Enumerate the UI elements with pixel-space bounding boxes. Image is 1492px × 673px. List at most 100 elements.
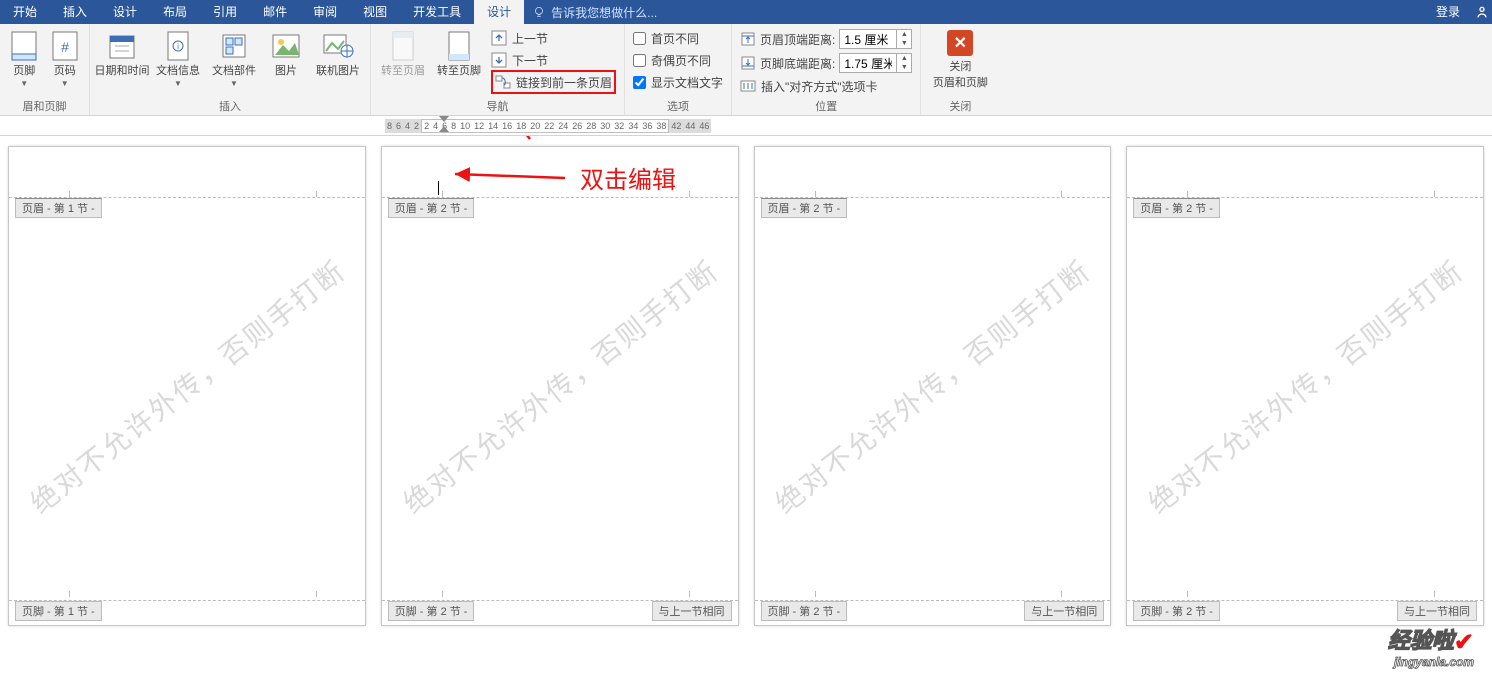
group-nav: 转至页眉 转至页脚 上一节 下一节 链接到前一条页眉 <box>371 24 625 115</box>
page[interactable]: 页眉 - 第 2 节 -页脚 - 第 2 节 -与上一节相同绝对不允许外传，否则… <box>1126 146 1484 626</box>
prev-section[interactable]: 上一节 <box>491 28 616 48</box>
chevron-down-icon: ▼ <box>20 79 28 89</box>
page[interactable]: 页眉 - 第 2 节 -页脚 - 第 2 节 -与上一节相同绝对不允许外传，否则… <box>381 146 739 626</box>
picture-button[interactable]: 图片 <box>262 26 310 78</box>
tell-me[interactable]: 告诉我您想做什么... <box>524 0 665 24</box>
show-doc-checkbox[interactable] <box>633 76 646 89</box>
site-name: 经验啦 <box>1388 628 1454 653</box>
group-label-hf: 眉和页脚 <box>4 99 85 115</box>
docparts-button[interactable]: 文档部件 ▼ <box>206 26 262 89</box>
page-watermark: 绝对不允许外传，否则手打断 <box>766 250 1098 522</box>
same-as-prev-tag: 与上一节相同 <box>1024 601 1104 621</box>
share-icon[interactable] <box>1472 0 1492 24</box>
tab-home[interactable]: 开始 <box>0 0 50 24</box>
footer-button[interactable]: 页脚 ▼ <box>4 26 45 89</box>
pagenum-button[interactable]: # 页码 ▼ <box>45 26 86 89</box>
next-section[interactable]: 下一节 <box>491 50 616 70</box>
tab-hf-design[interactable]: 设计 <box>474 0 524 24</box>
spin-down[interactable]: ▼ <box>897 63 911 72</box>
pagenum-label: 页码 <box>54 65 76 78</box>
tab-review[interactable]: 审阅 <box>300 0 350 24</box>
prev-label: 上一节 <box>512 30 548 47</box>
align-tab-label: 插入"对齐方式"选项卡 <box>761 78 878 95</box>
page[interactable]: 页眉 - 第 1 节 -页脚 - 第 1 节 -绝对不允许外传，否则手打断 <box>8 146 366 626</box>
group-header-footer: 页脚 ▼ # 页码 ▼ 眉和页脚 <box>0 24 90 115</box>
tab-layout[interactable]: 布局 <box>150 0 200 24</box>
docinfo-icon: i <box>162 30 194 62</box>
goto-footer-button[interactable]: 转至页脚 <box>431 26 487 78</box>
footer-bot-input[interactable] <box>840 54 896 72</box>
ruler-active[interactable]: 2468101214161820222426283032343638 <box>421 119 669 133</box>
goto-footer-label: 转至页脚 <box>437 65 481 78</box>
close-hf-button[interactable]: ✕ 关闭 页眉和页脚 <box>925 26 995 90</box>
group-label-position: 位置 <box>736 99 916 115</box>
tab-ref[interactable]: 引用 <box>200 0 250 24</box>
header-top-input[interactable] <box>840 30 896 48</box>
chevron-down-icon: ▼ <box>61 79 69 89</box>
onlinepic-label: 联机图片 <box>316 65 360 78</box>
diff-odd-checkbox[interactable] <box>633 54 646 67</box>
onlinepic-button[interactable]: 联机图片 <box>310 26 366 78</box>
picture-label: 图片 <box>275 65 297 78</box>
spin-up[interactable]: ▲ <box>897 54 911 63</box>
footer-tag: 页脚 - 第 1 节 - <box>15 601 102 621</box>
goto-header-label: 转至页眉 <box>381 65 425 78</box>
onlinepic-icon <box>322 30 354 62</box>
footer-tag: 页脚 - 第 2 节 - <box>761 601 848 621</box>
align-tab-icon <box>740 78 756 94</box>
header-top-spinner[interactable]: ▲▼ <box>839 29 912 49</box>
tab-mail[interactable]: 邮件 <box>250 0 300 24</box>
docinfo-button[interactable]: i 文档信息 ▼ <box>150 26 206 89</box>
spin-down[interactable]: ▼ <box>897 39 911 48</box>
text-cursor <box>438 181 439 195</box>
link-previous[interactable]: 链接到前一条页眉 <box>495 72 612 92</box>
footer-bot-row: 页脚底端距离: ▲▼ <box>740 52 912 74</box>
page-watermark: 绝对不允许外传，否则手打断 <box>394 250 726 522</box>
goto-footer-icon <box>443 30 475 62</box>
group-label-options: 选项 <box>629 99 727 115</box>
group-label-insert: 插入 <box>94 99 366 115</box>
page-watermark: 绝对不允许外传，否则手打断 <box>21 250 353 522</box>
footer-bot-spinner[interactable]: ▲▼ <box>839 53 912 73</box>
header-tag: 页眉 - 第 2 节 - <box>761 198 848 218</box>
next-label: 下一节 <box>512 52 548 69</box>
group-label-close: 关闭 <box>925 99 995 115</box>
ruler-right-inactive: 424446 <box>669 119 711 133</box>
tab-view[interactable]: 视图 <box>350 0 400 24</box>
link-previous-highlight: 链接到前一条页眉 <box>491 70 616 94</box>
same-as-prev-tag: 与上一节相同 <box>1397 601 1477 621</box>
tab-insert[interactable]: 插入 <box>50 0 100 24</box>
diff-first-checkbox[interactable] <box>633 32 646 45</box>
show-doc[interactable]: 显示文档文字 <box>633 72 723 92</box>
align-tab[interactable]: 插入"对齐方式"选项卡 <box>740 76 912 96</box>
picture-icon <box>270 30 302 62</box>
menu-bar: 开始 插入 设计 布局 引用 邮件 审阅 视图 开发工具 设计 告诉我您想做什么… <box>0 0 1492 24</box>
footer-icon <box>8 30 40 62</box>
docparts-icon <box>218 30 250 62</box>
dblclick-annotation: 双击编辑 <box>580 160 676 195</box>
login-link[interactable]: 登录 <box>1424 0 1472 24</box>
docinfo-label: 文档信息 <box>156 65 200 78</box>
page[interactable]: 页眉 - 第 2 节 - 页脚 - 第 2 节 - 与上一节相同 绝对不允许外传，否则… <box>754 146 1112 626</box>
tab-design[interactable]: 设计 <box>100 0 150 24</box>
header-tag: 页眉 - 第 2 节 - <box>388 198 475 218</box>
close-hf-label: 关闭 页眉和页脚 <box>933 58 988 90</box>
calendar-icon <box>106 30 138 62</box>
top-dist-icon <box>740 31 756 47</box>
diff-first[interactable]: 首页不同 <box>633 28 723 48</box>
header-top-row: 页眉顶端距离: ▲▼ <box>740 28 912 50</box>
chevron-down-icon: ▼ <box>230 79 238 89</box>
spin-up[interactable]: ▲ <box>897 30 911 39</box>
group-insert: 日期和时间 i 文档信息 ▼ 文档部件 ▼ 图片 联机图片 插入 <box>90 24 371 115</box>
lightbulb-icon <box>532 5 546 19</box>
svg-text:#: # <box>61 39 69 55</box>
datetime-button[interactable]: 日期和时间 <box>94 26 150 78</box>
datetime-label: 日期和时间 <box>95 65 150 78</box>
tab-dev[interactable]: 开发工具 <box>400 0 474 24</box>
diff-odd[interactable]: 奇偶页不同 <box>633 50 723 70</box>
chevron-down-icon: ▼ <box>174 79 182 89</box>
footer-tag: 页脚 - 第 2 节 - <box>1133 601 1220 621</box>
group-position: 页眉顶端距离: ▲▼ 页脚底端距离: ▲▼ 插入"对齐方 <box>732 24 921 115</box>
goto-header-icon <box>387 30 419 62</box>
group-close: ✕ 关闭 页眉和页脚 关闭 <box>921 24 999 115</box>
